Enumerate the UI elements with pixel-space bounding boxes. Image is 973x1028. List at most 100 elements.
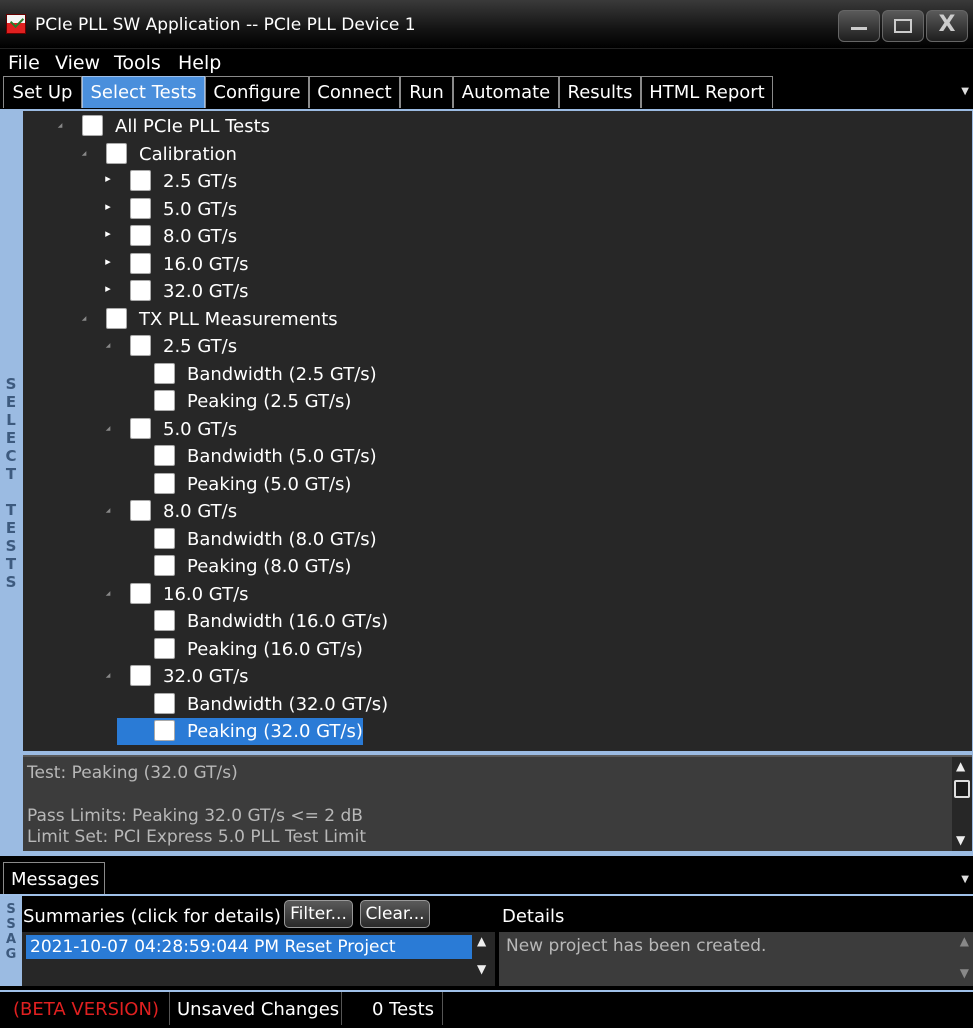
clear-button[interactable]: Clear... bbox=[360, 900, 430, 928]
tree-row[interactable]: Bandwidth (2.5 GT/s) bbox=[23, 361, 963, 387]
tab-automate[interactable]: Automate bbox=[453, 76, 559, 108]
tree-checkbox[interactable] bbox=[154, 445, 175, 466]
tree-row[interactable]: ◢ 5.0 GT/s bbox=[23, 416, 963, 442]
close-button[interactable]: X bbox=[926, 10, 968, 42]
scroll-up-icon[interactable]: ▲ bbox=[477, 934, 486, 948]
collapse-arrow-icon[interactable]: ◢ bbox=[103, 507, 113, 514]
tab-messages[interactable]: Messages bbox=[3, 862, 105, 894]
scroll-down-icon[interactable]: ▼ bbox=[960, 966, 969, 980]
tree-checkbox[interactable] bbox=[154, 362, 175, 384]
menu-view[interactable]: View bbox=[55, 52, 100, 74]
expand-arrow-icon[interactable]: ▸ bbox=[103, 227, 113, 240]
tree-row-label: Peaking (16.0 GT/s) bbox=[187, 638, 363, 660]
scroll-thumb[interactable] bbox=[954, 780, 970, 798]
minimize-button[interactable] bbox=[838, 10, 880, 42]
scroll-down-icon[interactable]: ▼ bbox=[477, 962, 486, 976]
expand-arrow-icon[interactable]: ▸ bbox=[103, 255, 113, 268]
tab-set-up[interactable]: Set Up bbox=[3, 76, 82, 108]
tree-row-label: Bandwidth (5.0 GT/s) bbox=[187, 446, 377, 467]
tab-overflow-icon[interactable]: ▼ bbox=[961, 86, 969, 97]
tree-checkbox[interactable] bbox=[154, 555, 175, 576]
tree-row[interactable]: ▸ 32.0 GT/s bbox=[23, 278, 963, 304]
app-icon bbox=[6, 14, 26, 34]
tree-row[interactable]: ◢ 2.5 GT/s bbox=[23, 333, 963, 359]
menu-file[interactable]: File bbox=[8, 52, 40, 74]
tab-connect[interactable]: Connect bbox=[309, 76, 400, 108]
tree-checkbox[interactable] bbox=[154, 527, 175, 549]
details-scrollbar[interactable]: ▲ ▼ bbox=[952, 757, 972, 851]
scroll-down-icon[interactable]: ▼ bbox=[956, 833, 965, 847]
tree-row[interactable]: Bandwidth (5.0 GT/s) bbox=[23, 443, 963, 469]
tab-configure[interactable]: Configure bbox=[205, 76, 309, 108]
tree-row[interactable]: Bandwidth (8.0 GT/s) bbox=[23, 526, 963, 552]
tree-checkbox[interactable] bbox=[130, 225, 151, 246]
tree-checkbox[interactable] bbox=[154, 610, 175, 631]
tree-row-label: TX PLL Measurements bbox=[139, 308, 338, 330]
tree-checkbox[interactable] bbox=[154, 390, 175, 411]
menu-tools[interactable]: Tools bbox=[114, 52, 161, 74]
tree-checkbox[interactable] bbox=[154, 692, 175, 714]
collapse-arrow-icon[interactable]: ◢ bbox=[103, 342, 113, 349]
side-label-letter bbox=[4, 483, 18, 501]
tree-checkbox[interactable] bbox=[130, 170, 151, 191]
expand-arrow-icon[interactable]: ▸ bbox=[103, 282, 113, 295]
tab-run[interactable]: Run bbox=[400, 76, 453, 108]
scroll-up-icon[interactable]: ▲ bbox=[960, 934, 969, 948]
tree-row[interactable]: ◢ Calibration bbox=[23, 141, 963, 167]
tree-row[interactable]: ◢ TX PLL Measurements bbox=[23, 306, 963, 332]
collapse-arrow-icon[interactable]: ◢ bbox=[103, 672, 113, 679]
tree-row[interactable]: Peaking (2.5 GT/s) bbox=[23, 388, 963, 414]
tree-checkbox[interactable] bbox=[130, 335, 151, 356]
tree-checkbox[interactable] bbox=[130, 417, 151, 439]
maximize-button[interactable] bbox=[882, 10, 924, 42]
collapse-arrow-icon[interactable]: ◢ bbox=[79, 150, 89, 157]
expand-arrow-icon[interactable]: ▸ bbox=[103, 200, 113, 213]
tree-row[interactable]: ◢ 8.0 GT/s bbox=[23, 498, 963, 524]
tree-checkbox[interactable] bbox=[130, 280, 151, 301]
expand-arrow-icon[interactable]: ▸ bbox=[103, 172, 113, 185]
messages-overflow-icon[interactable]: ▼ bbox=[961, 874, 969, 885]
tree-row[interactable]: Peaking (16.0 GT/s) bbox=[23, 636, 963, 662]
minimize-icon bbox=[851, 27, 867, 30]
tree-checkbox[interactable] bbox=[130, 665, 151, 686]
collapse-arrow-icon[interactable]: ◢ bbox=[103, 425, 113, 432]
tree-row[interactable]: Peaking (8.0 GT/s) bbox=[23, 553, 963, 579]
tab-results[interactable]: Results bbox=[559, 76, 641, 108]
tree-row[interactable]: ▸ 5.0 GT/s bbox=[23, 196, 963, 222]
tree-row[interactable]: Peaking (5.0 GT/s) bbox=[23, 471, 963, 497]
filter-button[interactable]: Filter... bbox=[284, 900, 353, 928]
tree-checkbox[interactable] bbox=[154, 720, 175, 741]
tree-row[interactable]: Bandwidth (16.0 GT/s) bbox=[23, 608, 963, 634]
tree-row[interactable]: ▸ 2.5 GT/s bbox=[23, 168, 963, 194]
message-details-box: New project has been created. ▲ ▼ bbox=[499, 932, 973, 986]
menu-help[interactable]: Help bbox=[178, 52, 221, 74]
tree-row[interactable]: ◢ 16.0 GT/s bbox=[23, 581, 963, 607]
tree-row[interactable]: ▸ 8.0 GT/s bbox=[23, 223, 963, 249]
tree-row[interactable]: ▸ 16.0 GT/s bbox=[23, 251, 963, 277]
scroll-up-icon[interactable]: ▲ bbox=[956, 759, 965, 773]
tree-row-label: 8.0 GT/s bbox=[163, 226, 238, 247]
tree-checkbox[interactable] bbox=[82, 115, 103, 136]
tab-html-report[interactable]: HTML Report bbox=[641, 76, 773, 108]
tree-row[interactable]: Peaking (32.0 GT/s) bbox=[23, 718, 963, 745]
tree-checkbox[interactable] bbox=[130, 197, 151, 219]
tree-checkbox[interactable] bbox=[106, 142, 127, 164]
details-pass-limits: Pass Limits: Peaking 32.0 GT/s <= 2 dB bbox=[27, 806, 363, 826]
collapse-arrow-icon[interactable]: ◢ bbox=[79, 315, 89, 322]
collapse-arrow-icon[interactable]: ◢ bbox=[55, 122, 65, 129]
tree-checkbox[interactable] bbox=[130, 500, 151, 521]
summaries-scrollbar[interactable]: ▲ ▼ bbox=[472, 932, 494, 986]
tree-checkbox[interactable] bbox=[106, 307, 127, 329]
tree-checkbox[interactable] bbox=[130, 582, 151, 604]
tree-checkbox[interactable] bbox=[130, 252, 151, 274]
tree-row[interactable]: ◢ 32.0 GT/s bbox=[23, 663, 963, 689]
side-label-letter: E bbox=[5, 393, 17, 411]
tab-select-tests[interactable]: Select Tests bbox=[82, 76, 205, 108]
tree-checkbox[interactable] bbox=[154, 637, 175, 659]
tree-row[interactable]: ◢ All PCIe PLL Tests bbox=[23, 113, 963, 139]
tree-checkbox[interactable] bbox=[154, 472, 175, 494]
tree-row[interactable]: Bandwidth (32.0 GT/s) bbox=[23, 691, 963, 717]
list-item[interactable]: 2021-10-07 04:28:59:044 PM Reset Project bbox=[26, 935, 472, 959]
collapse-arrow-icon[interactable]: ◢ bbox=[103, 590, 113, 597]
side-label-select-tests: SELECT TESTS bbox=[0, 111, 22, 856]
